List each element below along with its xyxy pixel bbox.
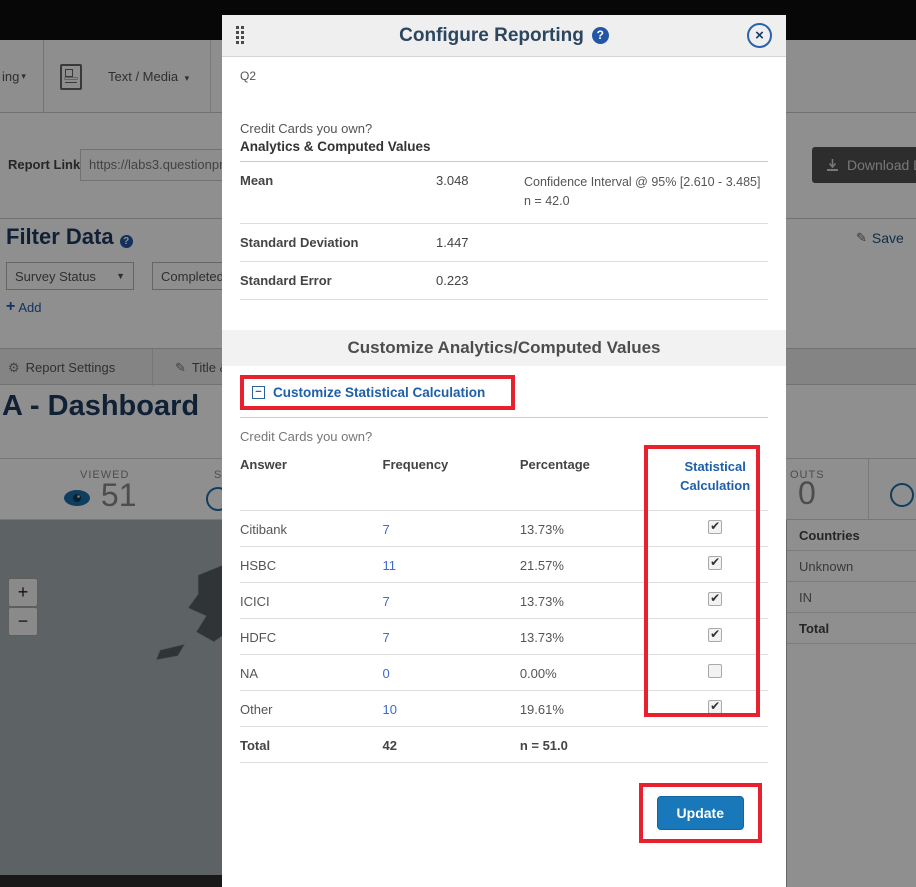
total-row: Total 42 n = 51.0 [240, 727, 768, 763]
header-frequency: Frequency [383, 457, 520, 472]
answer-row: NA 0 0.00% [240, 655, 768, 691]
question-code: Q2 [240, 69, 768, 83]
answers-table-body: Citibank 7 13.73% HSBC 11 21.57% ICICI 7… [240, 511, 768, 727]
stat-calc-checkbox[interactable] [708, 628, 722, 642]
modal-body: Q2 Credit Cards you own? Analytics & Com… [222, 69, 786, 887]
update-row: Update [240, 783, 762, 843]
analytics-rows: Mean 3.048 Confidence Interval @ 95% [2.… [240, 162, 768, 300]
stat-calc-checkbox[interactable] [708, 664, 722, 678]
customize-statistical-calculation-link[interactable]: − Customize Statistical Calculation [252, 385, 485, 400]
question-text: Credit Cards you own? [240, 121, 768, 136]
frequency-link[interactable]: 7 [383, 583, 520, 618]
header-statistical-calculation: Statistical Calculation [662, 457, 768, 496]
stat-calc-checkbox[interactable] [708, 556, 722, 570]
answers-table: Answer Frequency Percentage Statistical … [240, 447, 768, 763]
modal-header: Configure Reporting ? × [222, 15, 786, 57]
analytics-heading: Analytics & Computed Values [240, 139, 768, 162]
answer-row: Other 10 19.61% [240, 691, 768, 727]
answer-row: HSBC 11 21.57% [240, 547, 768, 583]
question-text-repeat: Credit Cards you own? [240, 429, 768, 444]
analytics-row: Mean 3.048 Confidence Interval @ 95% [2.… [240, 162, 768, 224]
divider [240, 417, 768, 418]
stat-calc-checkbox[interactable] [708, 592, 722, 606]
annotation-box-stat-calc: − Customize Statistical Calculation [240, 375, 515, 410]
header-percentage: Percentage [520, 457, 663, 472]
annotation-box-update: Update [639, 783, 762, 843]
analytics-row: Standard Error 0.223 [240, 262, 768, 300]
analytics-row: Standard Deviation 1.447 [240, 224, 768, 262]
answer-row: ICICI 7 13.73% [240, 583, 768, 619]
answer-row: HDFC 7 13.73% [240, 619, 768, 655]
screen: ing ▾ Text / Media ▾ Report Link https:/… [0, 0, 916, 887]
help-icon[interactable]: ? [592, 27, 609, 44]
close-icon[interactable]: × [747, 23, 772, 48]
answers-table-header: Answer Frequency Percentage Statistical … [240, 447, 768, 511]
answer-row: Citibank 7 13.73% [240, 511, 768, 547]
update-button[interactable]: Update [657, 796, 744, 830]
header-answer: Answer [240, 457, 383, 472]
frequency-link[interactable]: 10 [383, 691, 520, 726]
customize-section-heading: Customize Analytics/Computed Values [222, 330, 786, 366]
frequency-link[interactable]: 7 [383, 619, 520, 654]
stat-calc-checkbox[interactable] [708, 700, 722, 714]
frequency-link[interactable]: 0 [383, 655, 520, 690]
collapse-icon[interactable]: − [252, 386, 265, 399]
frequency-link[interactable]: 7 [383, 511, 520, 546]
configure-reporting-modal: Configure Reporting ? × Q2 Credit Cards … [222, 15, 786, 887]
modal-title: Configure Reporting ? [399, 25, 609, 47]
drag-handle-icon[interactable] [236, 26, 244, 44]
stat-calc-checkbox[interactable] [708, 520, 722, 534]
frequency-link[interactable]: 11 [383, 547, 520, 582]
